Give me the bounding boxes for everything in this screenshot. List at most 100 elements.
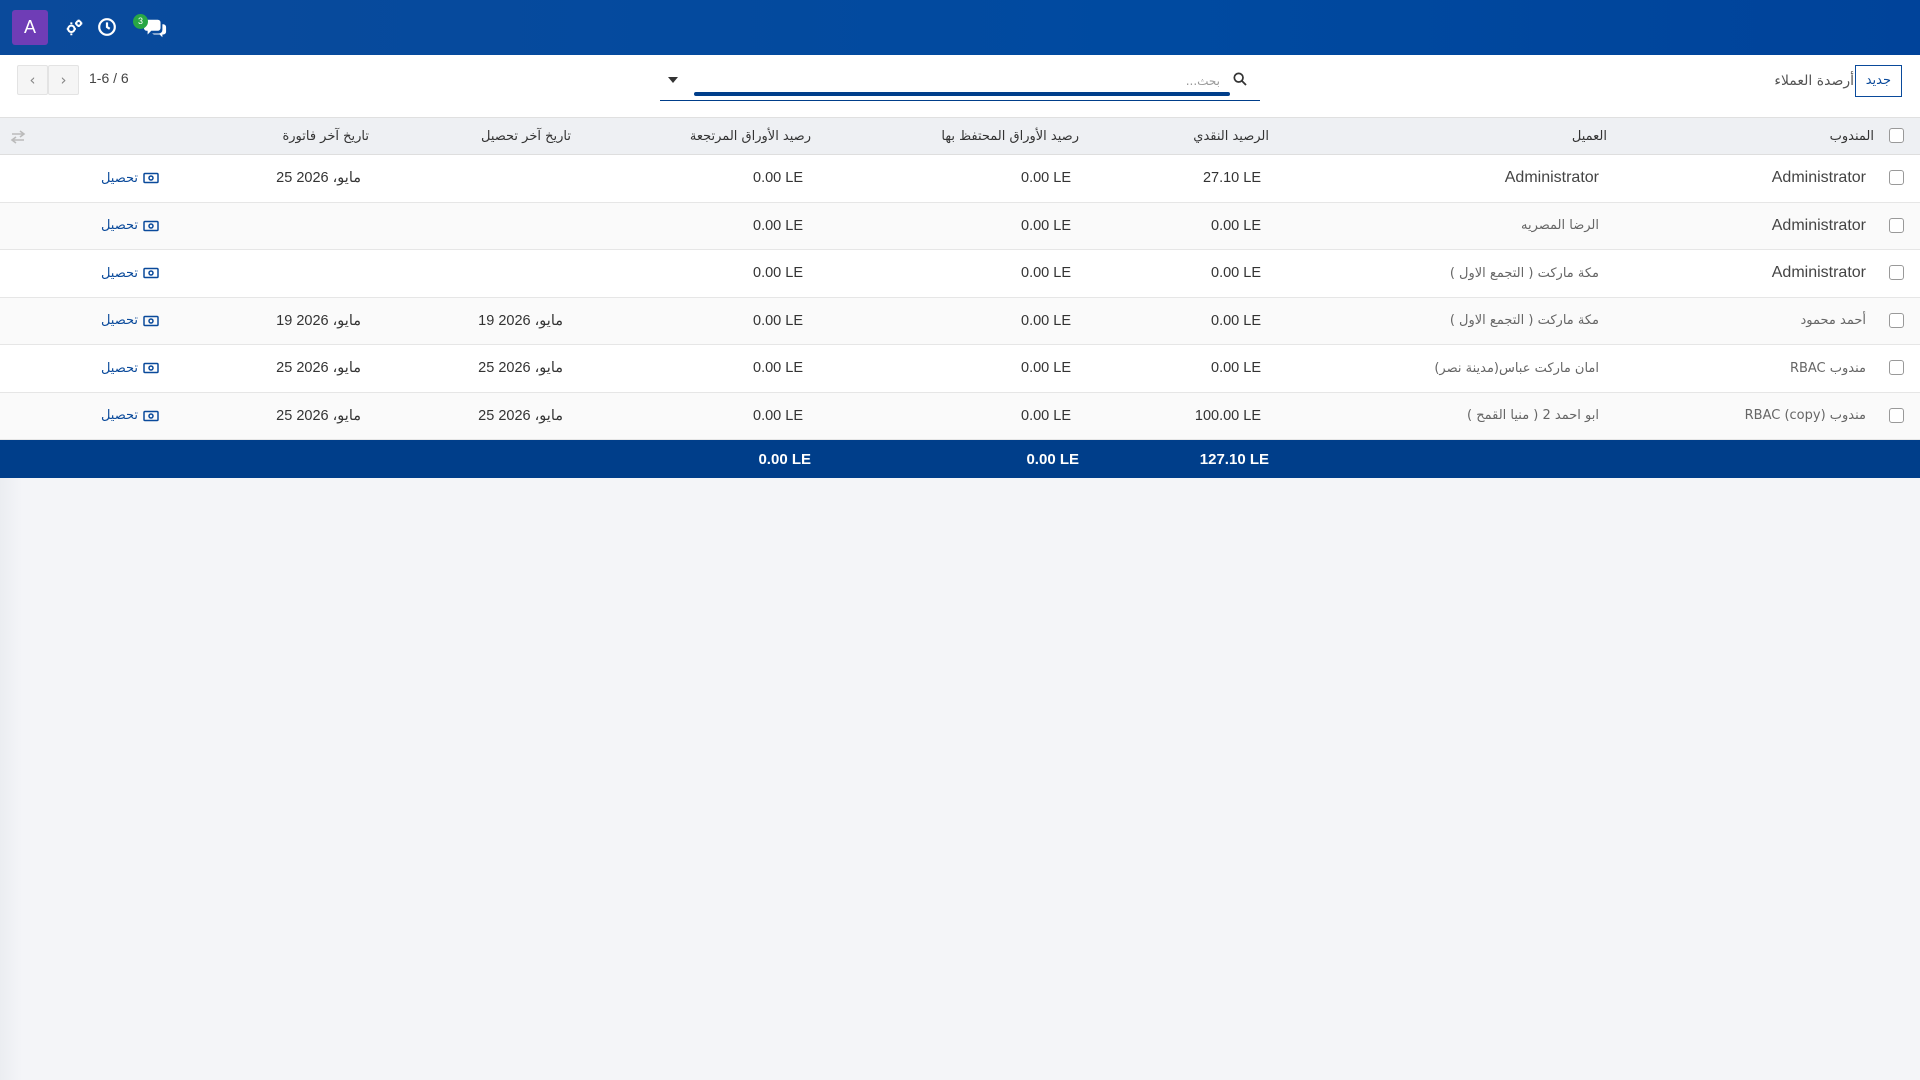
col-last-collection[interactable]: تاريخ آخر تحصيل xyxy=(481,118,571,154)
row-checkbox[interactable] xyxy=(1889,407,1904,423)
cell-returned-papers: 0.00 LE xyxy=(753,407,803,424)
collect-label[interactable]: تحصيل xyxy=(101,313,138,328)
col-cash-balance[interactable]: الرصيد النقدي xyxy=(1193,118,1269,154)
search-input[interactable] xyxy=(694,71,1242,91)
money-icon xyxy=(143,172,159,184)
cell-cash-balance: 0.00 LE xyxy=(1211,360,1261,377)
cell-returned-papers: 0.00 LE xyxy=(753,360,803,377)
search-icon[interactable] xyxy=(1232,71,1248,87)
money-icon xyxy=(143,220,159,232)
cell-returned-papers: 0.00 LE xyxy=(753,265,803,282)
cell-held-papers: 0.00 LE xyxy=(1021,170,1071,187)
cell-held-papers: 0.00 LE xyxy=(1021,312,1071,329)
cell-customer: ابو احمد 2 ( منيا القمح ) xyxy=(1467,408,1599,424)
table-body: Administrator Administrator 27.10 LE 0.00 L… xyxy=(0,155,1920,440)
collect-link[interactable]: تحصيل xyxy=(101,203,159,250)
cell-customer: امان ماركت عباس(مدينة نصر) xyxy=(1434,360,1599,376)
cell-held-papers: 0.00 LE xyxy=(1021,360,1071,377)
tools-icon[interactable] xyxy=(64,16,86,38)
row-checkbox[interactable] xyxy=(1889,265,1904,281)
money-icon xyxy=(143,410,159,422)
cell-held-papers: 0.00 LE xyxy=(1021,407,1071,424)
total-returned: 0.00 LE xyxy=(758,450,811,468)
table-row[interactable]: مندوب RBAC (copy) ابو احمد 2 ( منيا القمح… xyxy=(0,392,1920,440)
col-customer[interactable]: العميل xyxy=(1572,118,1607,154)
cell-rep: Administrator xyxy=(1771,169,1866,187)
col-rep[interactable]: المندوب xyxy=(1830,118,1874,154)
cell-last-collection: 25 مايو، 2026 xyxy=(478,407,563,424)
optional-columns-icon[interactable] xyxy=(10,129,26,145)
total-cash: 127.10 LE xyxy=(1199,450,1269,468)
table-row[interactable]: Administrator Administrator 27.10 LE 0.00 L… xyxy=(0,155,1920,203)
chevron-left-icon: ‹ xyxy=(29,71,36,89)
collect-label[interactable]: تحصيل xyxy=(101,361,138,376)
row-checkbox[interactable] xyxy=(1889,217,1904,233)
collect-link[interactable]: تحصيل xyxy=(101,393,159,440)
cell-cash-balance: 0.00 LE xyxy=(1211,217,1261,234)
cell-rep: مندوب RBAC xyxy=(1789,360,1866,376)
table-row[interactable]: أحمد محمود مكة ماركت ( التجمع الاول ) 0.00… xyxy=(0,297,1920,345)
row-checkbox[interactable] xyxy=(1889,360,1904,376)
collect-label[interactable]: تحصيل xyxy=(101,218,138,233)
money-icon xyxy=(143,267,159,279)
cell-held-papers: 0.00 LE xyxy=(1021,217,1071,234)
table-header: المندوب العميل الرصيد النقدي رصيد الأورا… xyxy=(0,117,1920,155)
col-held-papers[interactable]: رصيد الأوراق المحتفظ بها xyxy=(941,118,1079,154)
left-edge-shade xyxy=(0,478,22,1080)
cell-rep: أحمد محمود xyxy=(1800,313,1867,329)
pager-value[interactable]: 1-6 / 6 xyxy=(89,70,129,86)
row-checkbox[interactable] xyxy=(1889,312,1904,328)
chat-badge: 3 xyxy=(133,14,148,29)
table-footer-totals: 127.10 LE 0.00 LE 0.00 LE xyxy=(0,440,1920,478)
chevron-right-icon: › xyxy=(60,71,67,89)
search-options-toggle[interactable] xyxy=(668,77,678,83)
cell-customer: مكة ماركت ( التجمع الاول ) xyxy=(1449,265,1599,281)
cell-rep: Administrator xyxy=(1771,264,1866,282)
cell-returned-papers: 0.00 LE xyxy=(753,170,803,187)
cell-last-collection: 25 مايو، 2026 xyxy=(478,360,563,377)
collect-link[interactable]: تحصيل xyxy=(101,298,159,345)
cell-returned-papers: 0.00 LE xyxy=(753,312,803,329)
collect-link[interactable]: تحصيل xyxy=(101,345,159,392)
clock-icon[interactable] xyxy=(96,16,118,38)
collect-label[interactable]: تحصيل xyxy=(101,171,138,186)
search-box xyxy=(660,65,1260,101)
table-row[interactable]: Administrator مكة ماركت ( التجمع الاول ) 0… xyxy=(0,250,1920,298)
cell-customer: Administrator xyxy=(1504,169,1599,187)
col-last-invoice[interactable]: تاريخ آخر فاتورة xyxy=(282,118,369,154)
control-panel: ‹ › 1-6 / 6 أرصدة العملاء جديد xyxy=(0,55,1920,117)
pager-next-button[interactable]: › xyxy=(48,65,79,95)
col-returned-papers[interactable]: رصيد الأوراق المرتجعة xyxy=(690,118,811,154)
money-icon xyxy=(143,315,159,327)
new-button[interactable]: جديد xyxy=(1854,65,1902,97)
cell-customer: الرضا المصريه xyxy=(1521,218,1599,234)
breadcrumb: أرصدة العملاء xyxy=(1774,73,1854,89)
select-all-checkbox[interactable] xyxy=(1889,128,1904,143)
user-avatar[interactable]: A xyxy=(12,10,48,45)
cell-last-invoice: 25 مايو، 2026 xyxy=(276,360,361,377)
collect-link[interactable]: تحصيل xyxy=(101,250,159,297)
cell-rep: مندوب RBAC (copy) xyxy=(1744,408,1866,424)
balances-table: المندوب العميل الرصيد النقدي رصيد الأورا… xyxy=(0,117,1920,478)
pager-prev-button[interactable]: ‹ xyxy=(17,65,48,95)
table-row[interactable]: مندوب RBAC امان ماركت عباس(مدينة نصر) 0.00… xyxy=(0,345,1920,393)
table-row[interactable]: Administrator الرضا المصريه 0.00 LE 0.00 LE… xyxy=(0,202,1920,250)
cell-rep: Administrator xyxy=(1771,216,1866,234)
cell-last-invoice: 25 مايو، 2026 xyxy=(276,170,361,187)
cell-returned-papers: 0.00 LE xyxy=(753,217,803,234)
money-icon xyxy=(143,362,159,374)
cell-held-papers: 0.00 LE xyxy=(1021,265,1071,282)
row-checkbox[interactable] xyxy=(1889,170,1904,186)
search-active-bar xyxy=(694,92,1230,96)
collect-label[interactable]: تحصيل xyxy=(101,266,138,281)
cell-cash-balance: 0.00 LE xyxy=(1211,265,1261,282)
cell-last-invoice: 19 مايو، 2026 xyxy=(276,312,361,329)
cell-last-invoice: 25 مايو، 2026 xyxy=(276,407,361,424)
top-navbar: A 3 xyxy=(0,0,1920,55)
cell-cash-balance: 0.00 LE xyxy=(1211,312,1261,329)
cell-customer: مكة ماركت ( التجمع الاول ) xyxy=(1449,313,1599,329)
total-held: 0.00 LE xyxy=(1026,450,1079,468)
collect-label[interactable]: تحصيل xyxy=(101,408,138,423)
cell-cash-balance: 27.10 LE xyxy=(1202,170,1261,187)
collect-link[interactable]: تحصيل xyxy=(101,155,159,202)
